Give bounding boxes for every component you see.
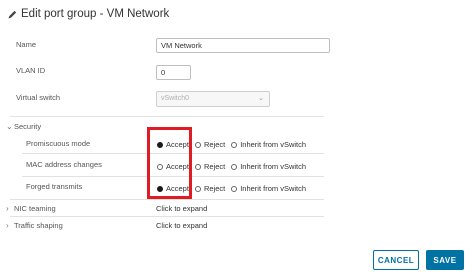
security-section-label: Security bbox=[14, 122, 42, 131]
forged-transmits-label: Forged transmits bbox=[26, 182, 83, 191]
chevron-right-icon: › bbox=[6, 204, 9, 213]
option-label: Inherit from vSwitch bbox=[240, 140, 307, 149]
option-label: Reject bbox=[203, 184, 226, 193]
divider bbox=[10, 199, 324, 200]
option-label: Inherit from vSwitch bbox=[240, 162, 307, 171]
radio-button[interactable] bbox=[231, 185, 238, 192]
forged-reject-option[interactable]: Reject bbox=[194, 184, 226, 193]
traffic-shaping-label: Traffic shaping bbox=[14, 221, 63, 230]
chevron-right-icon: › bbox=[6, 221, 9, 230]
radio-button[interactable] bbox=[194, 185, 201, 192]
virtual-switch-value: vSwitch0 bbox=[161, 95, 190, 102]
divider bbox=[10, 116, 324, 117]
security-section-toggle[interactable]: ⌄ Security bbox=[6, 122, 41, 131]
forged-inherit-option[interactable]: Inherit from vSwitch bbox=[231, 184, 306, 193]
mac-address-changes-label: MAC address changes bbox=[26, 160, 102, 169]
traffic-shaping-expand-link[interactable]: Click to expand bbox=[156, 221, 207, 230]
dialog-footer: CANCEL SAVE bbox=[0, 242, 474, 274]
mac-reject-option[interactable]: Reject bbox=[194, 162, 226, 171]
mac-inherit-option[interactable]: Inherit from vSwitch bbox=[231, 162, 306, 171]
name-label: Name bbox=[16, 40, 37, 49]
cancel-button[interactable]: CANCEL bbox=[373, 250, 419, 270]
radio-button[interactable] bbox=[231, 163, 238, 170]
vlan-id-input[interactable] bbox=[156, 65, 191, 80]
chevron-down-icon: ⌄ bbox=[258, 95, 264, 102]
option-label: Reject bbox=[203, 162, 226, 171]
virtual-switch-label: Virtual switch bbox=[16, 93, 61, 102]
option-label: Inherit from vSwitch bbox=[240, 184, 307, 193]
divider bbox=[10, 216, 324, 217]
edit-port-group-dialog: Edit port group - VM Network Name VLAN I… bbox=[0, 0, 474, 274]
option-label: Reject bbox=[203, 140, 226, 149]
chevron-down-icon: ⌄ bbox=[6, 122, 13, 131]
pencil-icon bbox=[6, 8, 18, 20]
traffic-shaping-section-toggle[interactable]: › Traffic shaping bbox=[6, 221, 63, 230]
vlan-id-label: VLAN ID bbox=[16, 66, 46, 75]
dialog-title-bar: Edit port group - VM Network bbox=[6, 6, 169, 22]
accept-highlight-box bbox=[147, 127, 192, 199]
radio-button[interactable] bbox=[194, 163, 201, 170]
dialog-title: Edit port group - VM Network bbox=[21, 8, 170, 20]
promiscuous-reject-option[interactable]: Reject bbox=[194, 140, 226, 149]
radio-button[interactable] bbox=[194, 141, 201, 148]
nic-teaming-expand-link[interactable]: Click to expand bbox=[156, 204, 207, 213]
promiscuous-mode-label: Promiscuous mode bbox=[26, 139, 91, 148]
virtual-switch-select[interactable]: vSwitch0 ⌄ bbox=[156, 91, 270, 107]
nic-teaming-label: NIC teaming bbox=[14, 204, 56, 213]
nic-teaming-section-toggle[interactable]: › NIC teaming bbox=[6, 204, 56, 213]
promiscuous-inherit-option[interactable]: Inherit from vSwitch bbox=[231, 140, 306, 149]
radio-button[interactable] bbox=[231, 141, 238, 148]
save-button[interactable]: SAVE bbox=[426, 250, 464, 270]
name-input[interactable] bbox=[156, 38, 330, 53]
